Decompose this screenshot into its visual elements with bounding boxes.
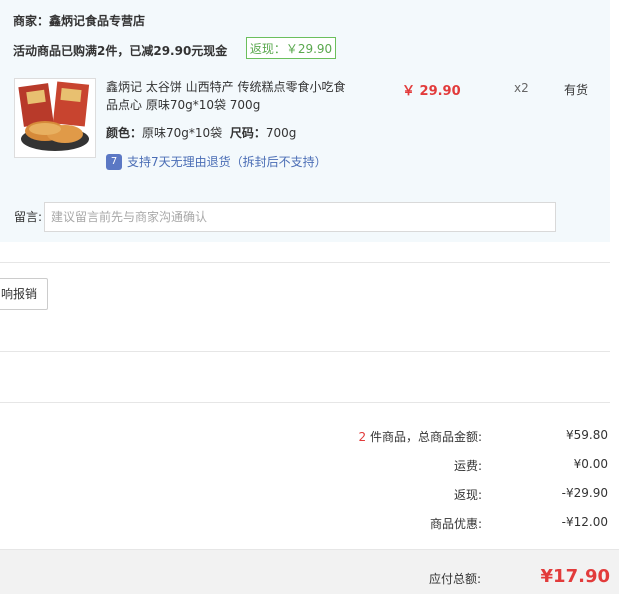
item-count: 2 [358, 430, 367, 444]
product-thumbnail[interactable] [14, 78, 96, 158]
return-policy-text[interactable]: 支持7天无理由退货（拆封后不支持） [127, 153, 327, 170]
divider [0, 402, 610, 403]
unit-price: ￥ 29.90 [402, 84, 461, 99]
shipping-label: 运费: [453, 459, 482, 473]
divider [0, 351, 610, 352]
color-label: 颜色： [106, 126, 143, 140]
merchant-label: 商家： [13, 14, 50, 28]
product-title[interactable]: 鑫炳记 太谷饼 山西特产 传统糕点零食小吃食品点心 原味70g*10袋 700g [106, 78, 356, 114]
items-total-label: 2 件商品，总商品金额: [358, 430, 482, 444]
summary-shipping: 运费: ¥0.00 [0, 457, 610, 475]
size-value: 700g [265, 126, 297, 140]
merchant-name[interactable]: 鑫炳记食品专营店 [49, 14, 145, 28]
items-total-value: ¥59.80 [566, 428, 608, 442]
seven-day-return-icon: 7 [106, 153, 122, 170]
store-order-panel: 商家：鑫炳记食品专营店 活动商品已购满2件，已减29.90元现金 返现：￥29.… [0, 0, 610, 242]
summary-discount: 商品优惠: -¥12.00 [0, 515, 610, 533]
shipping-value: ¥0.00 [573, 457, 608, 471]
total-label: 应付总额: [428, 572, 481, 586]
product-spec: 颜色：原味70g*10袋 尺码：700g [106, 124, 296, 141]
return-policy[interactable]: 7 支持7天无理由退货（拆封后不支持） [106, 153, 327, 170]
discount-label: 商品优惠: [429, 517, 482, 531]
expense-button[interactable]: 响报销 [0, 278, 48, 310]
size-label: 尺码： [229, 126, 266, 140]
summary-rebate: 返现: -¥29.90 [0, 486, 610, 504]
rebate-value: -¥29.90 [561, 486, 608, 500]
total-bar: 应付总额: ¥17.90 [0, 549, 619, 594]
discount-value: -¥12.00 [561, 515, 608, 529]
rebate-label: 返现: [453, 488, 482, 502]
divider [0, 262, 610, 263]
quantity: x2 [514, 81, 529, 95]
note-input[interactable] [44, 202, 556, 232]
stock-status: 有货 [564, 83, 589, 97]
promo-text: 活动商品已购满2件，已减29.90元现金 [13, 44, 228, 58]
summary-items-total: 2 件商品，总商品金额: ¥59.80 [0, 428, 610, 446]
color-value: 原味70g*10袋 [142, 126, 223, 140]
note-label: 留言: [14, 210, 43, 224]
total-value: ¥17.90 [540, 566, 610, 587]
merchant-info: 商家：鑫炳记食品专营店 [13, 12, 145, 29]
rebate-badge: 返现：￥29.90 [246, 37, 336, 59]
